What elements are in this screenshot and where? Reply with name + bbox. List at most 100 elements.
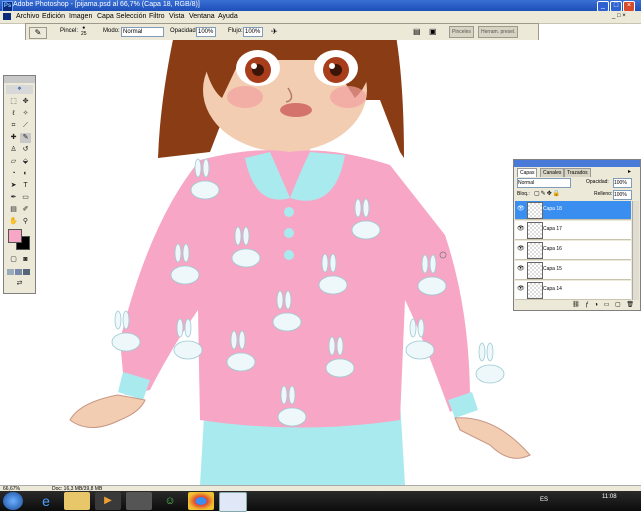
layers-scrollbar[interactable]	[632, 201, 639, 300]
menu-capa[interactable]: Capa	[97, 13, 114, 20]
flow-field[interactable]: 100%	[243, 27, 263, 37]
layer-row-capa-15[interactable]: 👁 Capa 15	[515, 261, 631, 280]
brush-size: 25	[81, 31, 87, 37]
lock-icons[interactable]: ▢✎✥🔒	[534, 190, 561, 197]
quick-mask-icon[interactable]: ◙	[20, 255, 31, 265]
eyedropper-icon[interactable]: ✐	[20, 205, 31, 215]
right-cheek	[330, 86, 366, 108]
adobe-online-icon[interactable]: ❖	[6, 85, 33, 94]
language-indicator[interactable]: ES	[540, 497, 548, 503]
layer-thumbnail	[527, 222, 543, 239]
tab-pinceles[interactable]: Pinceles	[449, 26, 474, 38]
brush-tool-icon[interactable]: ✎	[20, 133, 31, 143]
layer-row-capa-16[interactable]: 👁 Capa 16	[515, 241, 631, 260]
dodge-tool-icon[interactable]: ◐	[20, 169, 31, 179]
right-highlight	[329, 63, 335, 69]
hand-tool-icon[interactable]: ✋	[8, 217, 19, 227]
layer-row-capa-14[interactable]: 👁 Capa 14	[515, 281, 631, 300]
screen-mode-standard-icon[interactable]	[7, 269, 14, 275]
photoshop-menu-icon[interactable]	[3, 13, 11, 20]
menu-filtro[interactable]: Filtro	[149, 13, 165, 20]
taskbar: e ▶ ☺ ES 11:08	[0, 491, 641, 512]
tab-herramientas-preset[interactable]: Herram. presel.	[478, 26, 519, 38]
menu-ayuda[interactable]: Ayuda	[218, 13, 238, 20]
left-hand	[69, 394, 146, 428]
photoshop-icon[interactable]	[219, 492, 247, 512]
left-highlight	[251, 63, 257, 69]
shape-tool-icon[interactable]: ▭	[20, 193, 31, 203]
standard-mode-icon[interactable]: ▢	[8, 255, 19, 265]
palette-well-icon[interactable]: ▣	[429, 27, 439, 37]
eye-icon[interactable]: 👁	[517, 206, 525, 213]
menu-seleccion[interactable]: Selección	[116, 13, 146, 20]
mode-select[interactable]: Normal	[121, 27, 164, 37]
brush-picker[interactable]: ● 25	[81, 25, 87, 37]
slice-tool-icon[interactable]: ⟋	[20, 121, 31, 131]
menu-vista[interactable]: Vista	[169, 13, 184, 20]
ie-icon[interactable]: e	[33, 492, 59, 510]
layer-name: Capa 15	[543, 266, 562, 272]
menu-ventana[interactable]: Ventana	[189, 13, 215, 20]
healing-brush-icon[interactable]: ✚	[8, 133, 19, 143]
winamp-icon[interactable]	[126, 492, 152, 510]
airbrush-icon[interactable]: ✈	[271, 27, 282, 37]
layer-thumbnail	[527, 202, 543, 219]
blend-mode-select[interactable]: Normal	[517, 178, 571, 188]
paint-bucket-icon[interactable]: ⬙	[20, 157, 31, 167]
crop-tool-icon[interactable]: ⌗	[8, 121, 19, 131]
eye-icon[interactable]: 👁	[517, 226, 525, 233]
layers-header[interactable]	[514, 160, 640, 167]
move-tool-icon[interactable]: ✥	[20, 97, 31, 107]
screen-mode-full-icon[interactable]	[23, 269, 30, 275]
notes-tool-icon[interactable]: ▤	[8, 205, 19, 215]
menu-archivo[interactable]: Archivo	[16, 13, 39, 20]
history-brush-icon[interactable]: ↺	[20, 145, 31, 155]
foreground-color-swatch[interactable]	[8, 229, 22, 243]
eye-icon[interactable]: 👁	[517, 266, 525, 273]
left-cheek	[227, 86, 263, 108]
pen-tool-icon[interactable]: ✒	[8, 193, 19, 203]
layer-opacity-field[interactable]: 100%	[613, 178, 632, 188]
layer-row-capa-18[interactable]: 👁 Capa 18	[515, 201, 631, 220]
magic-wand-icon[interactable]: ✧	[20, 109, 31, 119]
clock[interactable]: 11:08	[602, 494, 617, 500]
options-bar: ✎ Pincel: ● 25 Modo: Normal Opacidad: 100…	[25, 23, 539, 41]
type-tool-icon[interactable]: T	[20, 181, 31, 191]
tab-capas[interactable]: Capas	[517, 168, 538, 177]
layer-row-capa-17[interactable]: 👁 Capa 17	[515, 221, 631, 240]
mouth-shape	[280, 103, 312, 117]
layer-name: Capa 18	[543, 206, 562, 212]
layer-name: Capa 14	[543, 286, 562, 292]
start-orb-icon[interactable]	[3, 492, 23, 510]
jump-to-imageready-icon[interactable]: ⇄	[14, 279, 25, 289]
blur-tool-icon[interactable]: ◔	[8, 169, 19, 179]
tab-canales[interactable]: Canales	[540, 168, 565, 177]
eye-icon[interactable]: 👁	[517, 286, 525, 293]
eraser-tool-icon[interactable]: ▱	[8, 157, 19, 167]
eye-icon[interactable]: 👁	[517, 246, 525, 253]
media-player-icon[interactable]: ▶	[95, 492, 121, 510]
messenger-icon[interactable]: ☺	[157, 492, 183, 510]
lasso-tool-icon[interactable]: ℓ	[8, 109, 19, 119]
marquee-tool-icon[interactable]: ⬚	[8, 97, 19, 107]
tab-trazados[interactable]: Trazados	[564, 168, 591, 177]
layer-thumbnail	[527, 262, 543, 279]
screen-mode-full-menu-icon[interactable]	[15, 269, 22, 275]
doc-minimize-button[interactable]: _ □ ×	[612, 13, 626, 19]
menu-edicion[interactable]: Edición	[42, 13, 65, 20]
layer-thumbnail	[527, 282, 543, 299]
path-selection-icon[interactable]: ➤	[8, 181, 19, 191]
document-icon[interactable]: ▤	[413, 27, 423, 37]
brush-tool-preset-icon[interactable]: ✎	[29, 27, 47, 39]
menu-imagen[interactable]: Imagen	[69, 13, 92, 20]
chrome-icon[interactable]	[188, 492, 214, 510]
brush-label: Pincel:	[60, 28, 79, 34]
zoom-tool-icon[interactable]: ⚲	[20, 217, 31, 227]
fill-field[interactable]: 100%	[613, 190, 632, 200]
clone-stamp-icon[interactable]: ♙	[8, 145, 19, 155]
panel-menu-icon[interactable]: ▸	[628, 168, 631, 175]
opacity-field[interactable]: 100%	[196, 27, 216, 37]
folder-icon[interactable]	[64, 492, 90, 510]
layer-actions-bar[interactable]: ⛓ ƒ ◑ ▭ ▢ 🗑	[516, 301, 636, 309]
tools-header[interactable]	[4, 76, 35, 83]
